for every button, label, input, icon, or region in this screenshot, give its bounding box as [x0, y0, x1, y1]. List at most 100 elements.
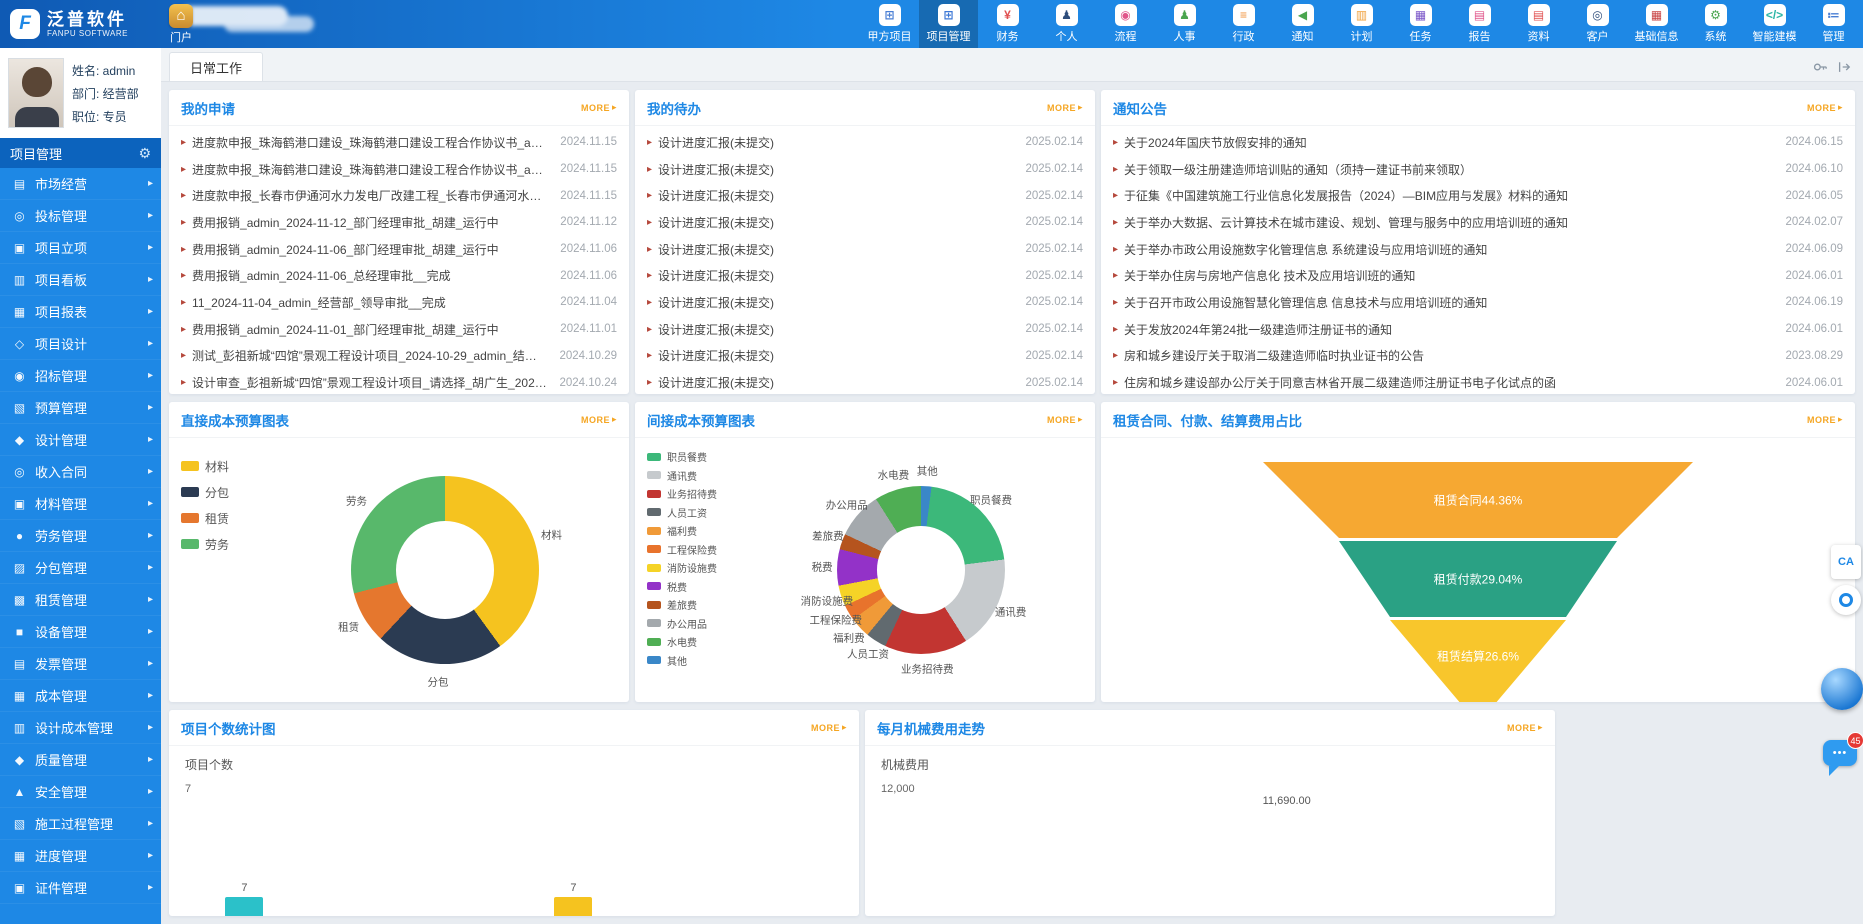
list-item[interactable]: ▸设计进度汇报(未提交)2025.02.14: [647, 343, 1083, 370]
funnel-stage[interactable]: 租赁结算26.6%: [1263, 620, 1693, 702]
sidebar-item[interactable]: ■设备管理▸: [0, 616, 161, 648]
nav-item[interactable]: ♟个人: [1037, 0, 1096, 48]
funnel-stage[interactable]: 租赁付款29.04%: [1263, 541, 1693, 617]
legend-item[interactable]: 人员工资: [647, 504, 759, 522]
list-item[interactable]: ▸设计进度汇报(未提交)2025.02.14: [647, 182, 1083, 209]
list-item[interactable]: ▸房和城乡建设厅关于取消二级建造师临时执业证书的公告2023.08.29: [1113, 343, 1843, 370]
list-item[interactable]: ▸进度款申报_珠海鹤港口建设_珠海鹤港口建设工程合作协议书_admin_结束20…: [181, 156, 617, 183]
sidebar-item[interactable]: ◉招标管理▸: [0, 360, 161, 392]
list-item[interactable]: ▸设计进度汇报(未提交)2025.02.14: [647, 289, 1083, 316]
legend-item[interactable]: 工程保险费: [647, 541, 759, 559]
bar[interactable]: 7: [224, 882, 264, 916]
legend-item[interactable]: 通讯费: [647, 467, 759, 485]
sidebar-item[interactable]: ▲安全管理▸: [0, 776, 161, 808]
gear-icon[interactable]: ⚙: [138, 145, 151, 162]
more-link[interactable]: MORE▸: [1507, 722, 1543, 733]
nav-item[interactable]: ◎客户: [1568, 0, 1627, 48]
nav-item[interactable]: ▥计划: [1332, 0, 1391, 48]
assistant-ball[interactable]: [1821, 668, 1863, 710]
list-item[interactable]: ▸设计进度汇报(未提交)2025.02.14: [647, 236, 1083, 263]
list-item[interactable]: ▸设计进度汇报(未提交)2025.02.14: [647, 129, 1083, 156]
legend-item[interactable]: 差旅费: [647, 596, 759, 614]
nav-item[interactable]: ▤报告: [1450, 0, 1509, 48]
list-item[interactable]: ▸关于召开市政公用设施智慧化管理信息 信息技术与应用培训班的通知2024.06.…: [1113, 289, 1843, 316]
legend-item[interactable]: 水电费: [647, 633, 759, 651]
list-item[interactable]: ▸费用报销_admin_2024-11-01_部门经理审批_胡建_运行中2024…: [181, 316, 617, 343]
list-item[interactable]: ▸关于举办住房与房地产信息化 技术及应用培训班的通知2024.06.01: [1113, 262, 1843, 289]
list-item[interactable]: ▸费用报销_admin_2024-11-12_部门经理审批_胡建_运行中2024…: [181, 209, 617, 236]
project-count-bar-chart[interactable]: 7 77: [185, 783, 843, 903]
nav-item[interactable]: ♟人事: [1155, 0, 1214, 48]
sidebar-item[interactable]: ▥项目看板▸: [0, 264, 161, 296]
bar[interactable]: 7: [553, 882, 593, 916]
sidebar-item[interactable]: ▦进度管理▸: [0, 840, 161, 872]
legend-item[interactable]: 消防设施费: [647, 559, 759, 577]
list-item[interactable]: ▸进度款申报_珠海鹤港口建设_珠海鹤港口建设工程合作协议书_admin_结束20…: [181, 129, 617, 156]
list-item[interactable]: ▸设计审查_彭祖新城“四馆”景观工程设计项目_请选择_胡广生_2024-10-2…: [181, 369, 617, 394]
legend-item[interactable]: 材料: [181, 456, 273, 476]
nav-item[interactable]: ≔管理: [1804, 0, 1863, 48]
legend-item[interactable]: 租赁: [181, 508, 273, 528]
legend-item[interactable]: 税费: [647, 578, 759, 596]
sidebar-item[interactable]: ◎收入合同▸: [0, 456, 161, 488]
list-item[interactable]: ▸费用报销_admin_2024-11-06_部门经理审批_胡建_运行中2024…: [181, 236, 617, 263]
list-item[interactable]: ▸于征集《中国建筑施工行业信息化发展报告（2024）—BIM应用与发展》材料的通…: [1113, 182, 1843, 209]
more-link[interactable]: MORE▸: [581, 102, 617, 113]
sidebar-item[interactable]: ▤市场经营▸: [0, 168, 161, 200]
nav-item[interactable]: </>智能建模: [1745, 0, 1804, 48]
collapse-panel-icon[interactable]: [1837, 60, 1851, 74]
nav-item[interactable]: ◉流程: [1096, 0, 1155, 48]
direct-cost-donut-chart[interactable]: 材料分包租赁劳务: [351, 476, 539, 664]
more-link[interactable]: MORE▸: [1807, 414, 1843, 425]
list-item[interactable]: ▸关于举办大数据、云计算技术在城市建设、规划、管理与服务中的应用培训班的通知20…: [1113, 209, 1843, 236]
legend-item[interactable]: 劳务: [181, 534, 273, 554]
sidebar-item[interactable]: ▧施工过程管理▸: [0, 808, 161, 840]
nav-portal[interactable]: ⌂ 门户: [158, 4, 204, 45]
legend-item[interactable]: 办公用品: [647, 615, 759, 633]
list-item[interactable]: ▸设计进度汇报(未提交)2025.02.14: [647, 262, 1083, 289]
sidebar-item[interactable]: ▥设计成本管理▸: [0, 712, 161, 744]
avatar[interactable]: [8, 58, 64, 128]
legend-item[interactable]: 福利费: [647, 522, 759, 540]
list-item[interactable]: ▸设计进度汇报(未提交)2025.02.14: [647, 209, 1083, 236]
list-item[interactable]: ▸设计进度汇报(未提交)2025.02.14: [647, 369, 1083, 394]
tab-daily-work[interactable]: 日常工作: [169, 52, 263, 81]
nav-item[interactable]: ⊞甲方项目: [860, 0, 919, 48]
list-item[interactable]: ▸费用报销_admin_2024-11-06_总经理审批__完成2024.11.…: [181, 262, 617, 289]
list-item[interactable]: ▸设计进度汇报(未提交)2025.02.14: [647, 156, 1083, 183]
list-item[interactable]: ▸测试_彭祖新城“四馆”景观工程设计项目_2024-10-29_admin_结束…: [181, 343, 617, 370]
sidebar-item[interactable]: ▩租赁管理▸: [0, 584, 161, 616]
sidebar-item[interactable]: ▨分包管理▸: [0, 552, 161, 584]
sidebar-item[interactable]: ▧预算管理▸: [0, 392, 161, 424]
nav-item[interactable]: ⊞项目管理: [919, 0, 978, 48]
nav-item[interactable]: ⚙系统: [1686, 0, 1745, 48]
app-logo[interactable]: F 泛普软件 FANPU SOFTWARE: [0, 9, 158, 39]
indirect-cost-donut-chart[interactable]: 其他职员餐费通讯费业务招待费人员工资福利费工程保险费消防设施费税费差旅费办公用品…: [837, 486, 1005, 654]
nav-item[interactable]: ≡行政: [1214, 0, 1273, 48]
list-item[interactable]: ▸11_2024-11-04_admin_经营部_领导审批__完成2024.11…: [181, 289, 617, 316]
sidebar-item[interactable]: ▣材料管理▸: [0, 488, 161, 520]
online-ca-widget[interactable]: CA: [1831, 545, 1861, 579]
list-item[interactable]: ▸关于2024年国庆节放假安排的通知2024.06.15: [1113, 129, 1843, 156]
machine-cost-line-chart[interactable]: 12,000 11,690.00: [881, 783, 1539, 903]
funnel-stage[interactable]: 租赁合同44.36%: [1263, 462, 1693, 538]
legend-item[interactable]: 其他: [647, 652, 759, 670]
sidebar-item[interactable]: ▦成本管理▸: [0, 680, 161, 712]
lease-funnel-chart[interactable]: 租赁合同44.36%租赁付款29.04%租赁结算26.6%: [1263, 462, 1693, 702]
sidebar-item[interactable]: ●劳务管理▸: [0, 520, 161, 552]
more-link[interactable]: MORE▸: [1047, 102, 1083, 113]
legend-item[interactable]: 职员餐费: [647, 448, 759, 466]
legend-item[interactable]: 分包: [181, 482, 273, 502]
list-item[interactable]: ▸住房和城乡建设部办公厅关于同意吉林省开展二级建造师注册证书电子化试点的函202…: [1113, 369, 1843, 394]
sidebar-item[interactable]: ◆质量管理▸: [0, 744, 161, 776]
more-link[interactable]: MORE▸: [1047, 414, 1083, 425]
more-link[interactable]: MORE▸: [1807, 102, 1843, 113]
nav-item[interactable]: ▦任务: [1391, 0, 1450, 48]
sidebar-item[interactable]: ▤发票管理▸: [0, 648, 161, 680]
sidebar-item[interactable]: ▣项目立项▸: [0, 232, 161, 264]
sidebar-item[interactable]: ◎投标管理▸: [0, 200, 161, 232]
sidebar-item[interactable]: ◆设计管理▸: [0, 424, 161, 456]
legend-item[interactable]: 业务招待费: [647, 485, 759, 503]
list-item[interactable]: ▸进度款申报_长春市伊通河水力发电厂改建工程_长春市伊通河水力发电厂2024.1…: [181, 182, 617, 209]
list-item[interactable]: ▸关于领取一级注册建造师培训贴的通知（须持一建证书前来领取）2024.06.10: [1113, 156, 1843, 183]
